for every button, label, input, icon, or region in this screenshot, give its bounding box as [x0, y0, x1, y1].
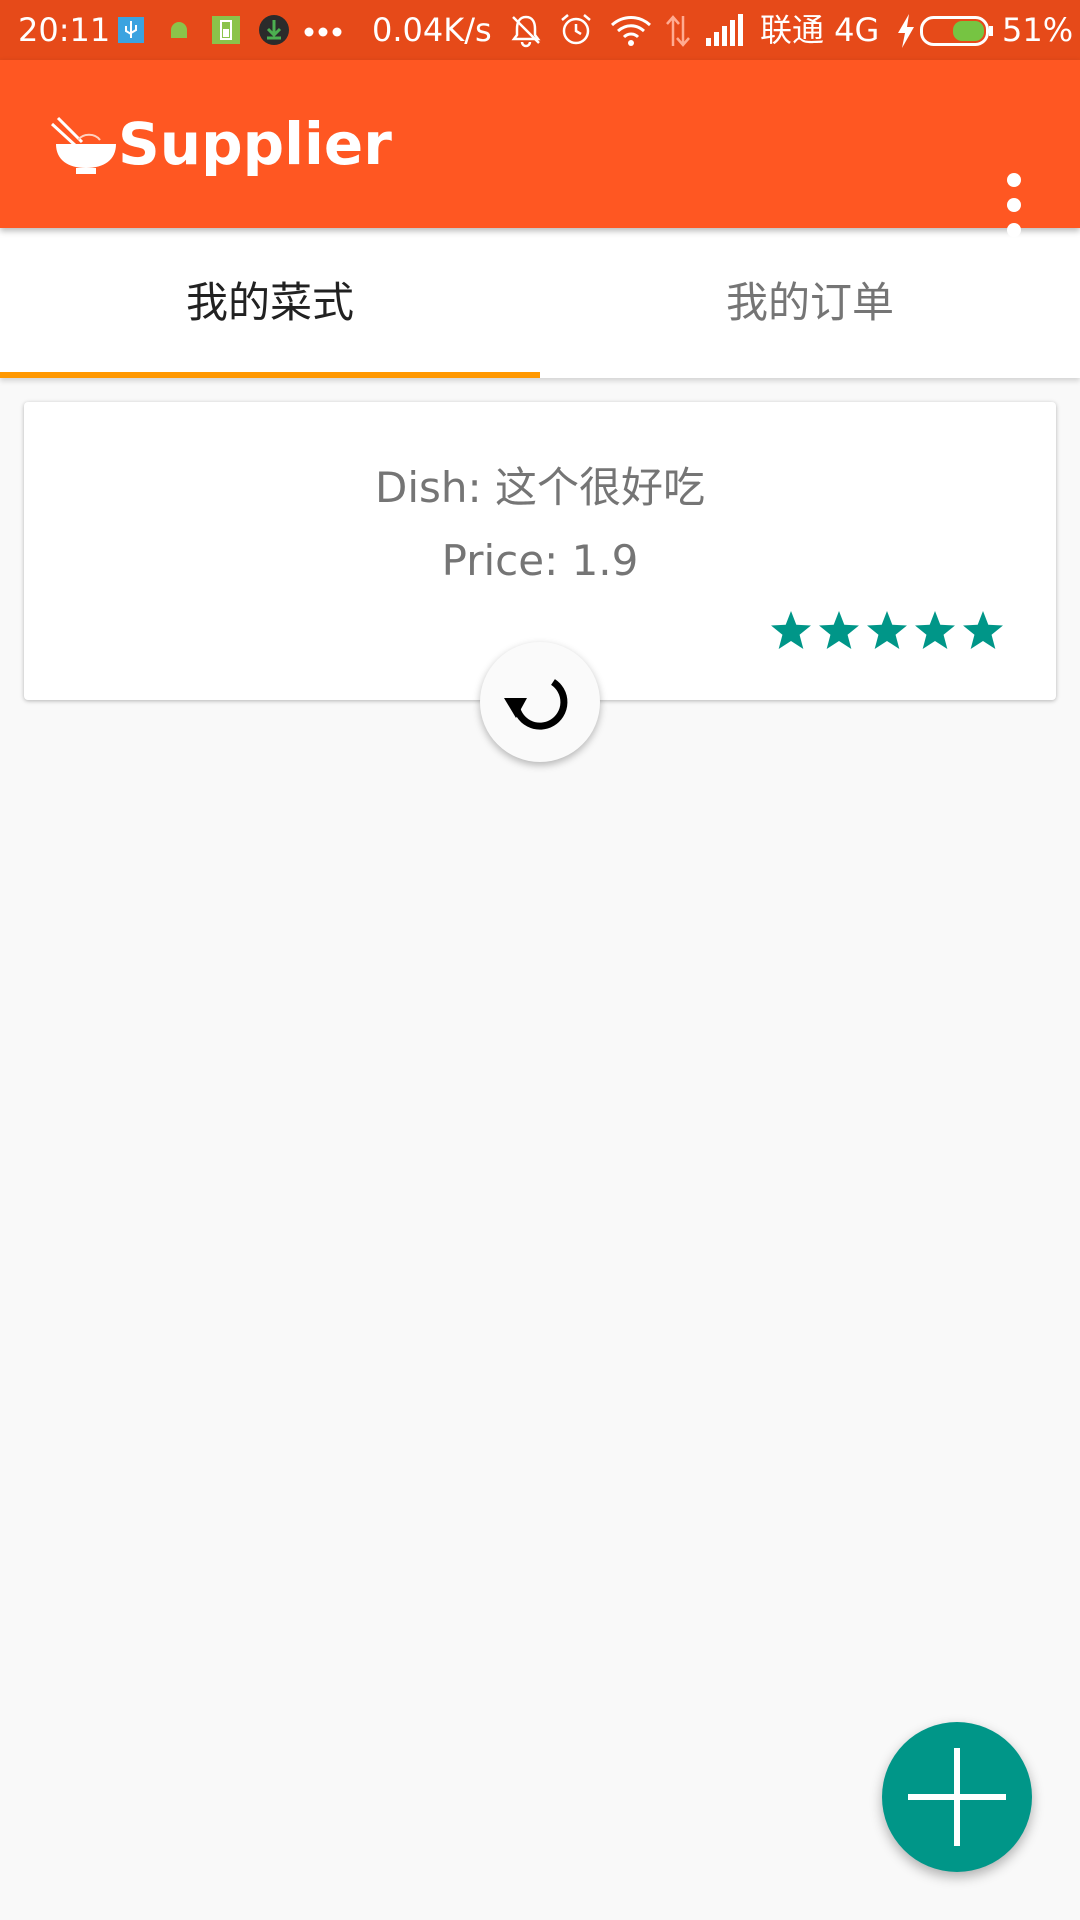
android-icon [171, 22, 187, 38]
tab-bar: 我的菜式 我的订单 [0, 228, 1080, 378]
dish-name: Dish: 这个很好吃 [374, 463, 705, 512]
alarm-icon [561, 14, 591, 45]
signal-icon [706, 14, 743, 46]
download-icon [259, 15, 289, 45]
dish-price: Price: 1.9 [441, 536, 639, 585]
app-title: Supplier [118, 110, 392, 178]
tab-my-orders[interactable]: 我的订单 [540, 228, 1080, 378]
data-arrows-icon [666, 15, 690, 47]
rating-star-icon [867, 611, 907, 649]
noodle-bowl-icon [50, 116, 116, 174]
tab-indicator [0, 372, 540, 378]
status-time: 20:11 [18, 11, 111, 49]
battery-icon [920, 16, 993, 46]
more-notifications-icon [304, 27, 342, 37]
app-bar: Supplier [0, 60, 1080, 237]
refresh-icon [504, 679, 568, 730]
refresh-indicator[interactable] [480, 642, 600, 762]
rating-star-icon [915, 611, 955, 649]
mute-icon [511, 15, 541, 48]
battery-saver-icon [212, 16, 240, 44]
carrier-label: 联通 4G [760, 11, 880, 49]
usb-icon [118, 17, 144, 43]
charging-icon [898, 14, 914, 48]
tab-my-dishes[interactable]: 我的菜式 [0, 228, 540, 378]
plus-icon [908, 1748, 1006, 1846]
add-dish-button[interactable] [882, 1722, 1032, 1872]
status-bar: 20:11 0.04K/s 联通 4G 51% [0, 0, 1080, 60]
network-speed: 0.04K/s [372, 11, 492, 49]
wifi-icon [610, 16, 652, 46]
overflow-menu-icon[interactable] [990, 160, 1038, 250]
rating-star-icon [819, 611, 859, 649]
rating-star-icon [963, 611, 1003, 649]
rating-bar [771, 611, 1003, 649]
battery-percent: 51% [1002, 11, 1074, 49]
rating-star-icon [771, 611, 811, 649]
